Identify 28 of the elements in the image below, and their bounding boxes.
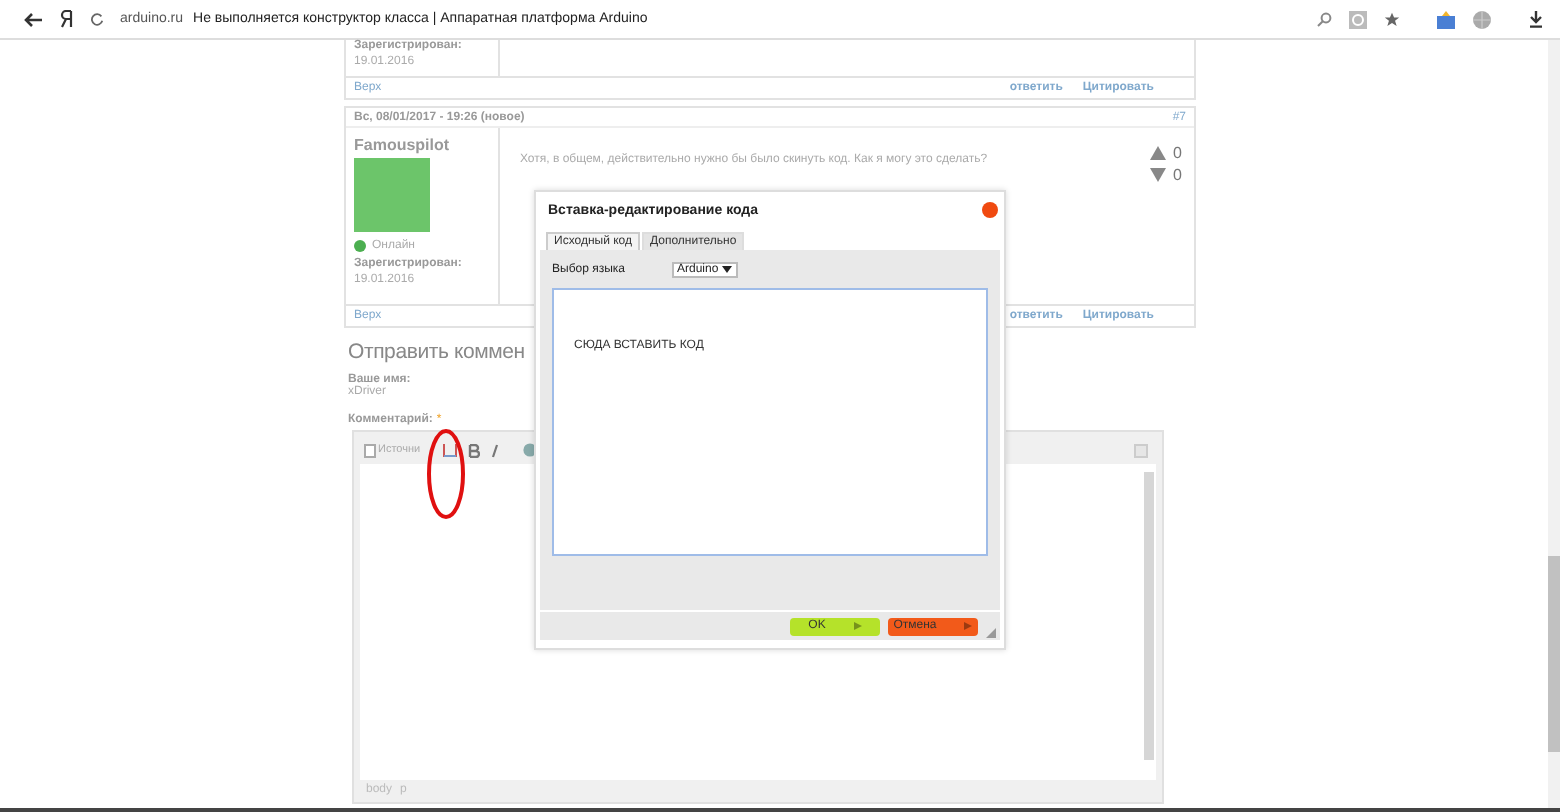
downvote-count: 0 bbox=[1173, 166, 1182, 184]
arrow-icon bbox=[853, 622, 862, 630]
arrow-icon bbox=[964, 622, 973, 630]
editor-scrollbar[interactable] bbox=[1144, 472, 1154, 760]
star-icon[interactable] bbox=[1384, 11, 1400, 27]
author-name[interactable]: Famouspilot bbox=[354, 136, 490, 154]
upvote-count: 0 bbox=[1173, 144, 1182, 162]
avatar-placeholder bbox=[354, 158, 430, 232]
extension-icon[interactable] bbox=[1348, 9, 1368, 29]
bold-icon[interactable] bbox=[468, 443, 481, 457]
document-icon bbox=[364, 443, 376, 457]
back-icon[interactable] bbox=[24, 11, 44, 27]
search-icon[interactable] bbox=[1316, 11, 1332, 27]
resize-grip-icon[interactable] bbox=[986, 628, 996, 638]
italic-icon[interactable] bbox=[490, 443, 501, 457]
close-icon[interactable] bbox=[982, 202, 998, 218]
downvote-icon[interactable] bbox=[1149, 168, 1166, 182]
browser-logo-icon[interactable] bbox=[60, 10, 74, 28]
upvote-icon[interactable] bbox=[1149, 146, 1166, 160]
reload-icon[interactable] bbox=[90, 12, 104, 26]
extension-icon[interactable] bbox=[1436, 9, 1456, 29]
ellipse-annotation bbox=[426, 428, 466, 520]
globe-icon[interactable] bbox=[1472, 9, 1492, 29]
page-scrollbar[interactable] bbox=[1548, 40, 1560, 808]
caret-icon bbox=[722, 266, 733, 274]
download-icon[interactable] bbox=[1528, 10, 1544, 28]
section-heading: Отправить коммен bbox=[348, 340, 525, 364]
code-block-icon[interactable] bbox=[442, 442, 459, 458]
